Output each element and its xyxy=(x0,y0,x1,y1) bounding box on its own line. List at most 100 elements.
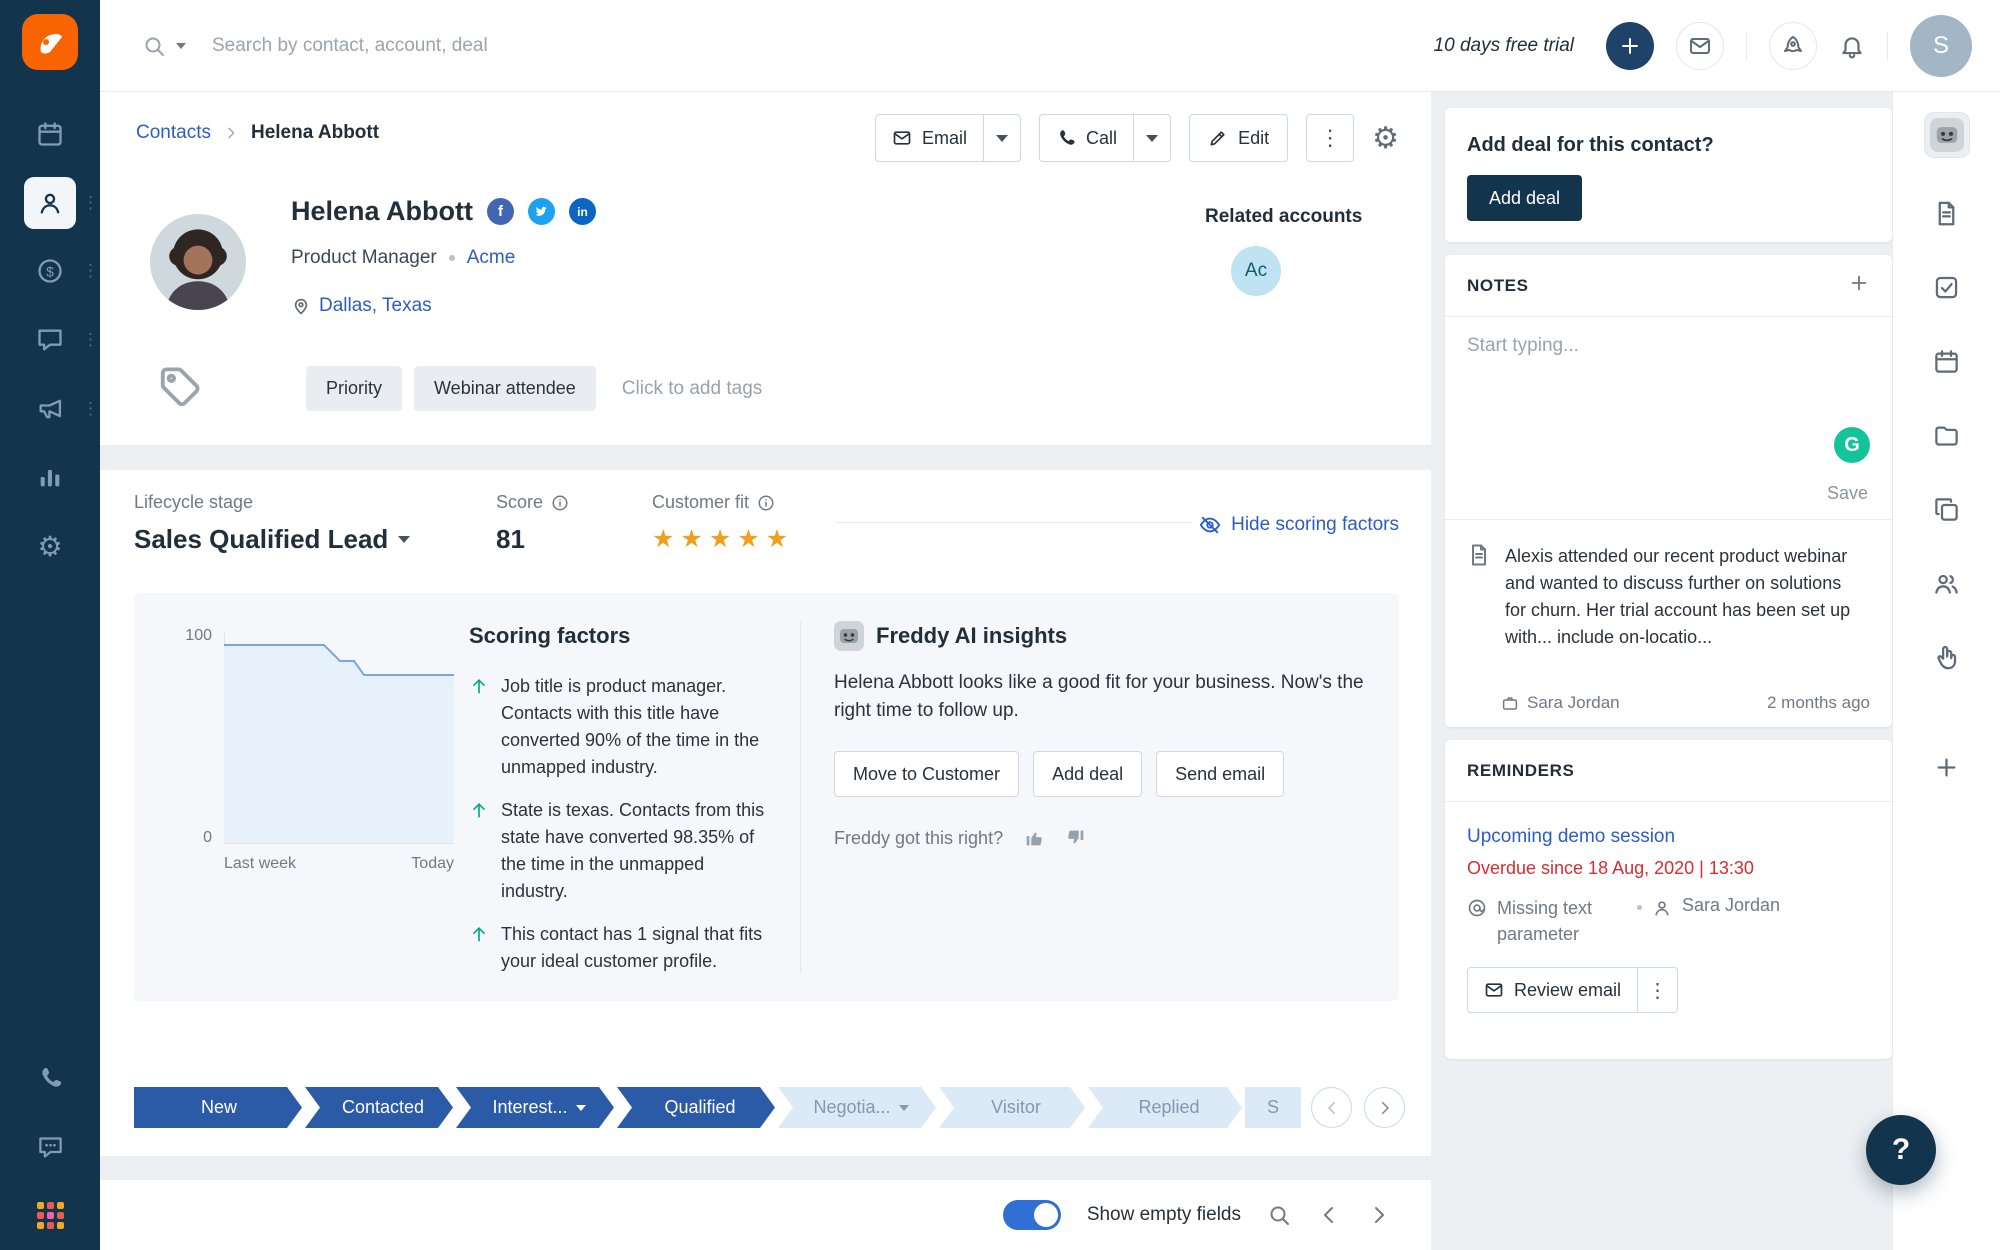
field-search-icon[interactable] xyxy=(1267,1203,1291,1227)
freshworks-logo[interactable] xyxy=(22,14,78,70)
reminder-issue-text: Missing text parameter xyxy=(1497,898,1593,944)
stage-replied[interactable]: Replied xyxy=(1088,1087,1242,1128)
rail-tasks-button[interactable] xyxy=(1933,274,1960,306)
review-email-button[interactable]: Review email xyxy=(1468,968,1638,1012)
stage-qualified[interactable]: Qualified xyxy=(617,1087,775,1128)
more-actions-button[interactable]: ⋮ xyxy=(1306,114,1355,162)
sidebar-item-live-chat[interactable] xyxy=(24,1121,76,1173)
add-note-button[interactable] xyxy=(1848,272,1870,299)
quick-add-button[interactable] xyxy=(1606,21,1654,70)
rail-duplicates-button[interactable] xyxy=(1933,496,1960,528)
email-button-group: Email xyxy=(875,114,1022,162)
fields-next-icon[interactable] xyxy=(1367,1203,1391,1227)
rail-add-app-button[interactable] xyxy=(1933,754,1960,786)
rail-engagement-button[interactable] xyxy=(1933,644,1960,676)
fields-prev-icon[interactable] xyxy=(1317,1203,1341,1227)
stage-truncated[interactable]: S xyxy=(1245,1087,1301,1128)
help-button[interactable]: ? xyxy=(1866,1115,1936,1185)
rail-notes-button[interactable] xyxy=(1933,200,1960,232)
twitter-icon[interactable] xyxy=(528,198,555,225)
pipeline-prev-button[interactable] xyxy=(1311,1087,1352,1128)
add-deal-button[interactable]: Add deal xyxy=(1467,175,1583,221)
info-icon[interactable] xyxy=(551,494,569,512)
contacts-kebab-icon[interactable]: ⋮ xyxy=(82,194,99,211)
sidebar-item-conversations[interactable] xyxy=(24,314,76,366)
topbar-divider xyxy=(1746,30,1747,61)
tag-pill[interactable]: Webinar attendee xyxy=(414,366,596,411)
portrait-image xyxy=(150,214,246,310)
user-avatar[interactable]: S xyxy=(1910,14,1972,77)
email-inbox-button[interactable] xyxy=(1676,21,1724,70)
sidebar-item-campaigns[interactable] xyxy=(24,383,76,435)
calendar-icon xyxy=(1935,350,1958,373)
rail-contacts-button[interactable] xyxy=(1933,570,1960,602)
merge-tag-icon xyxy=(1468,899,1486,917)
edit-button[interactable]: Edit xyxy=(1189,114,1289,162)
linkedin-icon[interactable]: in xyxy=(569,198,596,225)
rail-appointments-button[interactable] xyxy=(1933,348,1960,380)
add-deal-card: Add deal for this contact? Add deal xyxy=(1445,108,1892,242)
star-icon: ★ xyxy=(680,525,704,553)
user-avatar-initial: S xyxy=(1932,31,1949,59)
email-dropdown-button[interactable] xyxy=(983,114,1022,162)
reminder-title-link[interactable]: Upcoming demo session xyxy=(1467,826,1870,848)
page-settings-button[interactable]: ⚙ xyxy=(1372,121,1399,156)
search-scope-caret-icon[interactable] xyxy=(176,42,186,49)
freddy-add-deal-button[interactable]: Add deal xyxy=(1033,751,1143,797)
conversations-kebab-icon[interactable]: ⋮ xyxy=(82,331,99,348)
call-dropdown-button[interactable] xyxy=(1133,114,1172,162)
move-to-customer-button[interactable]: Move to Customer xyxy=(834,751,1020,797)
stage-contacted[interactable]: Contacted xyxy=(305,1087,453,1128)
divider xyxy=(836,522,1192,523)
related-account-avatar[interactable]: Ac xyxy=(1231,246,1281,296)
stage-negotiation[interactable]: Negotia... xyxy=(778,1087,936,1128)
note-input[interactable] xyxy=(1467,335,1867,419)
apps-grid-icon xyxy=(36,1201,64,1229)
show-empty-fields-toggle[interactable] xyxy=(1002,1200,1061,1230)
y-axis-min-label: 0 xyxy=(203,829,212,846)
hide-scoring-factors-link[interactable]: Hide scoring factors xyxy=(1199,514,1399,536)
whats-new-button[interactable] xyxy=(1769,21,1817,70)
lifecycle-stage-value[interactable]: Sales Qualified Lead xyxy=(134,524,411,555)
search-icon[interactable] xyxy=(142,34,166,58)
add-tags-field[interactable]: Click to add tags xyxy=(622,378,762,400)
stage-interested[interactable]: Interest... xyxy=(456,1087,614,1128)
breadcrumb-contacts-link[interactable]: Contacts xyxy=(136,122,211,144)
search-input[interactable] xyxy=(212,34,852,57)
rail-files-button[interactable] xyxy=(1933,422,1960,454)
deals-kebab-icon[interactable]: ⋮ xyxy=(82,262,99,279)
info-icon[interactable] xyxy=(757,494,775,512)
sidebar-item-analytics[interactable] xyxy=(24,451,76,503)
sidebar-item-contacts[interactable] xyxy=(24,177,76,229)
stage-visitor[interactable]: Visitor xyxy=(939,1087,1085,1128)
contact-name: Helena Abbott xyxy=(291,196,473,226)
sidebar-item-calendar[interactable] xyxy=(24,108,76,160)
thumbs-up-icon[interactable] xyxy=(1023,827,1045,849)
campaigns-kebab-icon[interactable]: ⋮ xyxy=(82,400,99,417)
pipeline-next-button[interactable] xyxy=(1364,1087,1405,1128)
reminders-heading: REMINDERS xyxy=(1467,760,1575,780)
bar-chart-icon xyxy=(40,470,60,487)
freddy-rail-button[interactable] xyxy=(1923,112,1970,158)
note-save-button[interactable]: Save xyxy=(1827,483,1868,504)
gear-icon: ⚙ xyxy=(37,530,63,562)
contact-company-link[interactable]: Acme xyxy=(467,247,516,269)
facebook-icon[interactable]: f xyxy=(487,198,514,225)
grammarly-icon[interactable]: G xyxy=(1834,427,1870,463)
send-email-button[interactable]: Send email xyxy=(1156,751,1285,797)
thumbs-down-icon[interactable] xyxy=(1065,827,1087,849)
sidebar-item-settings[interactable]: ⚙ xyxy=(24,520,76,572)
notifications-button[interactable] xyxy=(1839,33,1865,59)
sidebar-item-app-switcher[interactable] xyxy=(24,1189,76,1241)
contact-location-link[interactable]: Dallas, Texas xyxy=(319,295,432,317)
review-email-more-button[interactable]: ⋮ xyxy=(1637,968,1678,1012)
email-button[interactable]: Email xyxy=(875,114,984,162)
stage-new[interactable]: New xyxy=(134,1087,302,1128)
lifecycle-detail-card: Lifecycle stage Sales Qualified Lead Sco… xyxy=(100,470,1431,1156)
tag-pill[interactable]: Priority xyxy=(306,366,403,411)
call-button[interactable]: Call xyxy=(1039,114,1134,162)
sidebar-item-deals[interactable]: $ xyxy=(24,245,76,297)
sidebar-item-phone[interactable] xyxy=(24,1052,76,1104)
briefcase-icon xyxy=(1502,697,1518,710)
note-item[interactable]: Alexis attended our recent product webin… xyxy=(1467,543,1869,651)
